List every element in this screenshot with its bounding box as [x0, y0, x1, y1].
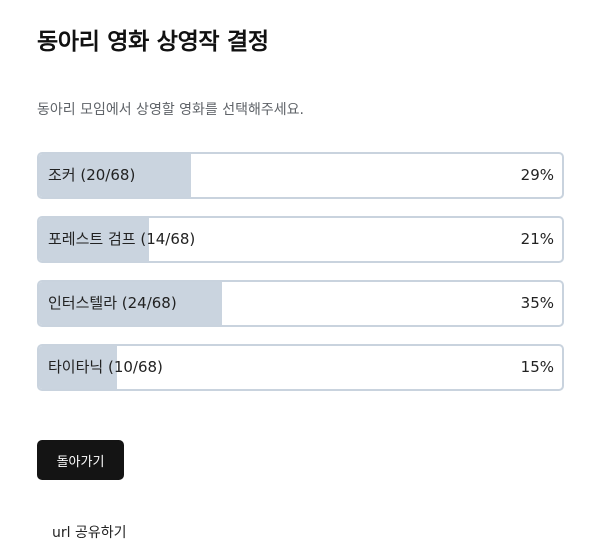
poll-option[interactable]: 타이타닉 (10/68) 15%	[37, 344, 564, 391]
option-percent: 15%	[520, 358, 554, 376]
poll-options: 조커 (20/68) 29% 포레스트 검프 (14/68) 21% 인터스텔라…	[37, 152, 564, 408]
back-button[interactable]: 돌아가기	[37, 440, 124, 480]
option-label: 포레스트 검프 (14/68)	[48, 230, 196, 248]
option-percent: 21%	[520, 230, 554, 248]
poll-option[interactable]: 포레스트 검프 (14/68) 21%	[37, 216, 564, 263]
option-percent: 35%	[520, 294, 554, 312]
option-label: 인터스텔라 (24/68)	[48, 294, 177, 312]
share-url-link[interactable]: url 공유하기	[52, 522, 127, 542]
option-percent: 29%	[520, 166, 554, 184]
option-label: 타이타닉 (10/68)	[48, 358, 163, 376]
poll-description: 동아리 모임에서 상영할 영화를 선택해주세요.	[37, 102, 304, 118]
option-label: 조커 (20/68)	[48, 166, 136, 184]
page-title: 동아리 영화 상영작 결정	[37, 29, 269, 55]
poll-option[interactable]: 조커 (20/68) 29%	[37, 152, 564, 199]
poll-option[interactable]: 인터스텔라 (24/68) 35%	[37, 280, 564, 327]
